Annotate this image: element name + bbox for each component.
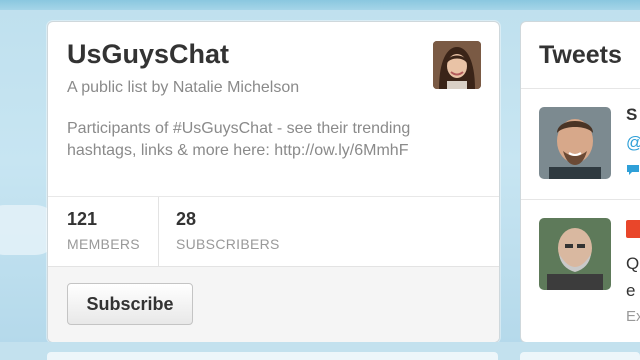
tweet-author-handle[interactable]: @ [626, 133, 640, 153]
subscribers-stat[interactable]: 28 SUBSCRIBERS [158, 197, 358, 266]
members-count: 121 [67, 209, 98, 229]
list-header: UsGuysChat A public list by Natalie Mich… [48, 22, 499, 197]
next-card-edge [47, 352, 498, 360]
top-bar [0, 0, 640, 10]
tweet-author-name[interactable]: S [626, 105, 637, 125]
tweets-panel: Tweets S @ [520, 21, 640, 343]
list-actions: Subscribe [48, 267, 499, 342]
list-byline[interactable]: A public list by Natalie Michelson [67, 79, 299, 97]
tweet-meta[interactable]: Ex [626, 308, 640, 325]
tweets-title: Tweets [539, 41, 622, 69]
man-smiling-avatar[interactable] [539, 107, 611, 179]
members-stat[interactable]: 121 MEMBERS [48, 197, 159, 266]
speech-bubble-icon[interactable] [626, 164, 640, 176]
subscribe-button[interactable]: Subscribe [67, 283, 193, 325]
next-panel-edge [520, 352, 640, 360]
tweet-text: Q e [626, 254, 640, 300]
list-title[interactable]: UsGuysChat [67, 39, 229, 70]
members-label: MEMBERS [67, 236, 140, 252]
subscribers-count: 28 [176, 209, 197, 229]
tweet-item[interactable]: Q e Ex [521, 200, 640, 325]
owner-avatar[interactable] [433, 41, 481, 89]
list-card: UsGuysChat A public list by Natalie Mich… [47, 21, 500, 343]
subscribers-label: SUBSCRIBERS [176, 236, 280, 252]
list-description: Participants of #UsGuysChat - see their … [67, 120, 411, 159]
x-badge-icon [626, 220, 640, 238]
list-stats: 121 MEMBERS 28 SUBSCRIBERS [48, 197, 499, 267]
bald-man-avatar[interactable] [539, 218, 611, 290]
tweet-item[interactable]: S @ [521, 89, 640, 200]
